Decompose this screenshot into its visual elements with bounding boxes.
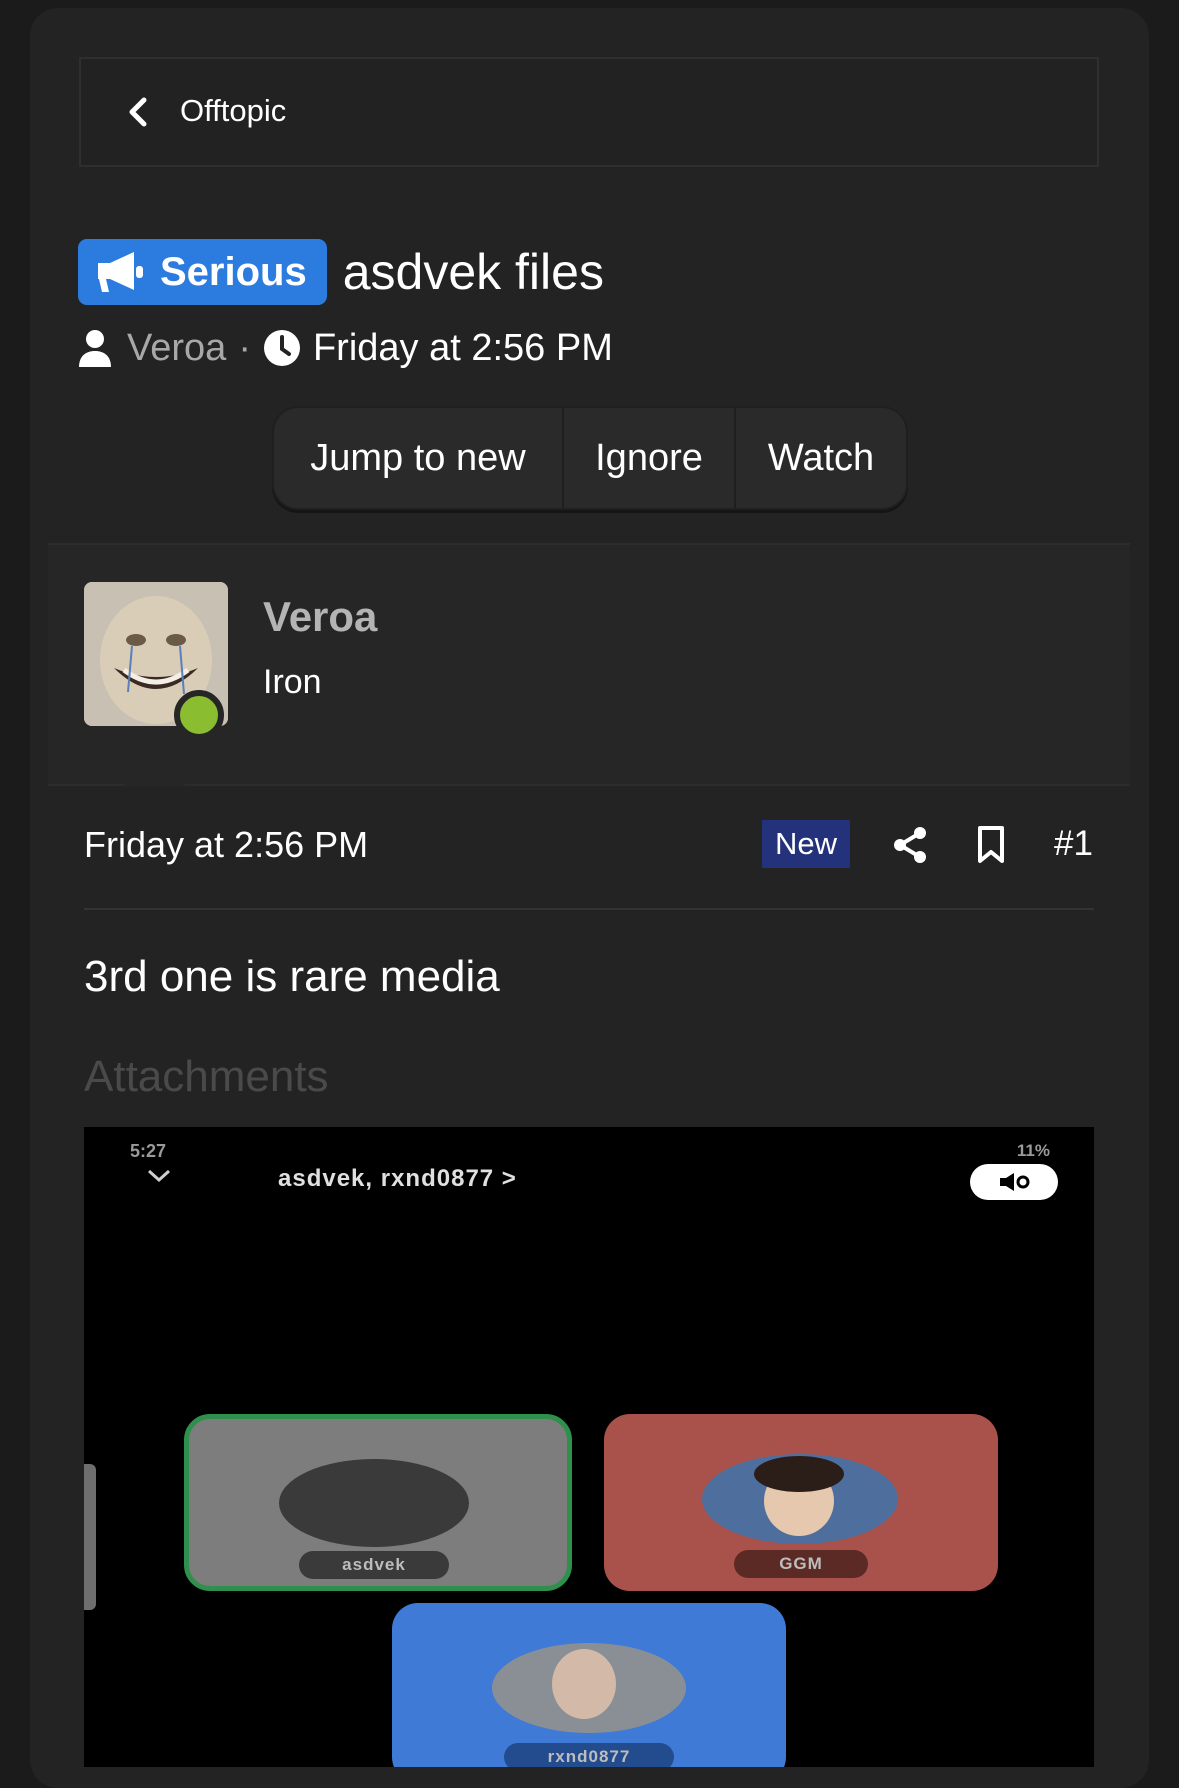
- clock-icon: [263, 330, 300, 366]
- participant-avatar-hair: [754, 1456, 844, 1492]
- jump-to-new-button[interactable]: Jump to new: [274, 408, 564, 508]
- post-divider: [84, 908, 1094, 910]
- participant-tile: rxnd0877: [392, 1603, 786, 1767]
- user-block-pointer: [123, 755, 187, 787]
- post-body-text: 3rd one is rare media: [84, 952, 500, 1001]
- participant-avatar: [279, 1459, 469, 1547]
- megaphone-icon: [98, 252, 143, 292]
- participant-tile: GGM: [604, 1414, 998, 1591]
- post-author-name[interactable]: Veroa: [263, 593, 377, 641]
- chevron-left-icon: [129, 97, 147, 127]
- share-icon[interactable]: [892, 826, 928, 864]
- post-number-link[interactable]: #1: [1054, 824, 1093, 864]
- attachment-image[interactable]: 5:27 11% asdvek, rxnd0877 > asdvek GGM r…: [84, 1127, 1094, 1767]
- attachment-status-battery: 11%: [1016, 1141, 1050, 1160]
- chevron-down-icon: [147, 1169, 171, 1183]
- thread-title: asdvek files: [342, 244, 604, 300]
- thread-date[interactable]: Friday at 2:56 PM: [313, 327, 613, 370]
- post-user-block: Veroa Iron: [48, 543, 1130, 786]
- thread-action-group: Jump to new Ignore Watch: [272, 406, 908, 510]
- participant-tile: asdvek: [184, 1414, 572, 1591]
- post-header: Friday at 2:56 PM New #1: [84, 820, 1094, 880]
- thread-title-row: Serious asdvek files: [78, 238, 604, 306]
- meta-separator: ·: [238, 326, 251, 369]
- ignore-button[interactable]: Ignore: [564, 408, 736, 508]
- breadcrumb[interactable]: Offtopic: [79, 57, 1099, 167]
- online-status-indicator: [174, 690, 224, 740]
- participant-name: GGM: [734, 1550, 868, 1578]
- breadcrumb-label[interactable]: Offtopic: [180, 93, 286, 129]
- attachment-status-time: 5:27: [130, 1141, 167, 1161]
- watch-button[interactable]: Watch: [736, 408, 906, 508]
- avatar[interactable]: [84, 582, 228, 740]
- speaker-icon: [970, 1164, 1058, 1200]
- participant-avatar-face: [552, 1649, 616, 1719]
- participant-name: rxnd0877: [504, 1743, 674, 1767]
- attachment-side-tab: [84, 1464, 96, 1610]
- thread-prefix-badge: Serious: [78, 239, 327, 305]
- attachment-call-title: asdvek, rxnd0877 >: [278, 1165, 517, 1192]
- bookmark-icon[interactable]: [977, 826, 1005, 864]
- thread-meta: Veroa · Friday at 2:56 PM: [77, 326, 613, 370]
- attachments-heading: Attachments: [84, 1052, 329, 1101]
- thread-prefix-label: Serious: [160, 249, 307, 294]
- new-badge: New: [762, 820, 850, 868]
- post-date[interactable]: Friday at 2:56 PM: [84, 824, 368, 866]
- user-icon: [79, 330, 111, 367]
- thread-author[interactable]: Veroa: [127, 327, 226, 370]
- post-author-title: Iron: [263, 663, 322, 701]
- participant-name: asdvek: [299, 1551, 449, 1579]
